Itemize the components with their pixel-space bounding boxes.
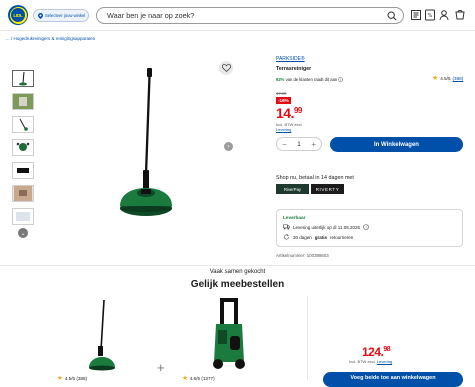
return-icon [284, 234, 289, 240]
thumbnail-6[interactable] [12, 185, 34, 202]
chevron-right-icon: › [227, 143, 230, 150]
search-icon[interactable] [387, 11, 397, 21]
search-placeholder: Waar ben je naar op zoek? [107, 11, 195, 20]
image-next-button[interactable]: › [224, 142, 233, 151]
terrace-cleaner-thumb-icon [19, 71, 27, 86]
accessory-thumb-icon [19, 118, 28, 131]
store-selector-label: Selecteer jouw winkel [45, 13, 86, 18]
parts-thumb-icon [16, 142, 30, 151]
heart-icon [221, 64, 231, 72]
star-icon: ★ [57, 375, 63, 382]
store-selector-button[interactable]: Selecteer jouw winkel [33, 9, 89, 22]
bundle-divider [307, 296, 308, 380]
rating-value: 4.5/5 [440, 76, 451, 81]
quantity-stepper[interactable]: − 1 + [276, 137, 322, 151]
returns-days: 30 dagen [293, 234, 312, 240]
bundle-vat-note: Incl. BTW excl. Levering [349, 359, 392, 364]
rating-count[interactable]: (388) [453, 76, 464, 81]
returns-free: gratis [314, 234, 328, 240]
wishlist-button[interactable] [219, 61, 233, 75]
svg-text:%: % [428, 13, 433, 19]
label-thumb-icon [16, 212, 30, 221]
bundle-delivery-link[interactable]: Levering [377, 359, 392, 364]
bundle-price-integer: 124 [362, 345, 381, 359]
product-rating[interactable]: ★ 4.5/5 (388) [432, 75, 463, 82]
bundle-title: Gelijk meebestellen [190, 279, 285, 290]
star-icon: ★ [432, 75, 439, 82]
old-price: 17.99 [276, 91, 287, 96]
account-icon[interactable] [438, 9, 450, 21]
delivery-box: Leverbaar Levering uiterlijk op di 11.08… [276, 209, 463, 247]
thumbnail-3[interactable] [12, 116, 34, 133]
logo-text: LIDL [11, 8, 25, 22]
bundle-item-2-rating[interactable]: ★ 4.6/5 (1377) [182, 374, 215, 382]
current-price: 14.99 [276, 105, 302, 121]
bundle-item-1-rating[interactable]: ★ 4.5/5 (388) [57, 374, 87, 382]
vat-note: Incl. BTW excl. Levering [276, 122, 316, 132]
decrease-quantity-button[interactable]: − [282, 140, 287, 149]
main-product-image[interactable] [92, 62, 207, 230]
recommend-percentage: 92% [276, 77, 285, 82]
bundle-item-2-image[interactable] [206, 296, 252, 372]
thumbnail-5[interactable] [12, 162, 34, 179]
recommend-label: van de klanten raadt dit aan [285, 77, 338, 82]
svg-text:i: i [340, 78, 341, 82]
delivery-cost-link[interactable]: Levering [276, 127, 291, 132]
section-divider [0, 265, 475, 266]
pay-later-title: Shop nu, betaal in 14 dagen met [276, 175, 354, 181]
thumbnail-2[interactable] [12, 93, 34, 110]
thumbnails-scroll-down-button[interactable]: ⌄ [18, 228, 28, 238]
recommend-text: 92% van de klanten raadt dit aan i [276, 77, 344, 82]
coupon-icon[interactable]: % [424, 9, 436, 21]
info-icon[interactable]: i [338, 77, 344, 82]
plus-icon: + [157, 360, 165, 375]
increase-quantity-button[interactable]: + [311, 140, 316, 149]
availability-status: Leverbaar [283, 215, 306, 220]
delivery-line: Levering uiterlijk op di 11.08.2026 i [283, 224, 369, 230]
returns-line: 30 dagen gratis retourneren [283, 234, 353, 240]
thumbnail-4[interactable] [12, 139, 34, 156]
site-header: LIDL Selecteer jouw winkel Waar ben je n… [0, 0, 475, 31]
breadcrumb[interactable]: ... / Hogedrukreinigers & reinigingsappa… [6, 36, 95, 41]
delivery-date: Levering uiterlijk op di 11.08.2026 [293, 224, 360, 230]
price-decimals: 99 [293, 106, 302, 115]
thumbnail-7[interactable] [12, 208, 34, 225]
adapter-thumb-icon [17, 168, 29, 173]
svg-text:i: i [365, 225, 366, 230]
bundle-subtitle: Vaak samen gekocht [209, 269, 266, 275]
price-integer: 14 [276, 105, 291, 121]
add-to-cart-button[interactable]: In Winkelwagen [330, 137, 463, 152]
riverty-logo: RIVERTY [311, 184, 344, 194]
leaflet-icon[interactable] [410, 9, 422, 21]
truck-icon [283, 224, 290, 230]
star-icon: ★ [182, 375, 188, 382]
brand-link[interactable]: PARKSIDE® [276, 56, 305, 62]
discount-badge: -16% [276, 97, 291, 104]
location-pin-icon [38, 12, 43, 19]
article-number: Artikelnummer: 100398603 [276, 253, 329, 258]
bundle-total-price: 124.98 [362, 345, 391, 359]
product-title: Terrasreiniger [276, 66, 312, 72]
lidl-logo[interactable]: LIDL [8, 5, 28, 25]
thumbnail-1[interactable] [12, 70, 34, 87]
search-input[interactable]: Waar ben je naar op zoek? [96, 7, 404, 24]
product-photo-thumb-icon [13, 94, 33, 109]
quantity-value[interactable]: 1 [297, 141, 301, 148]
returns-label: retourneren [330, 234, 354, 240]
cart-icon[interactable] [454, 9, 466, 21]
bundle-item-1-image[interactable] [84, 298, 120, 372]
bundle-price-decimals: 98 [383, 346, 391, 353]
riverpay-logo: RiverPay [276, 184, 309, 194]
chevron-down-icon: ⌄ [20, 230, 26, 237]
usage-photo-thumb-icon [14, 186, 32, 201]
delivery-info-icon[interactable]: i [363, 224, 369, 230]
bundle-vat-text: Incl. BTW excl. [349, 359, 376, 364]
